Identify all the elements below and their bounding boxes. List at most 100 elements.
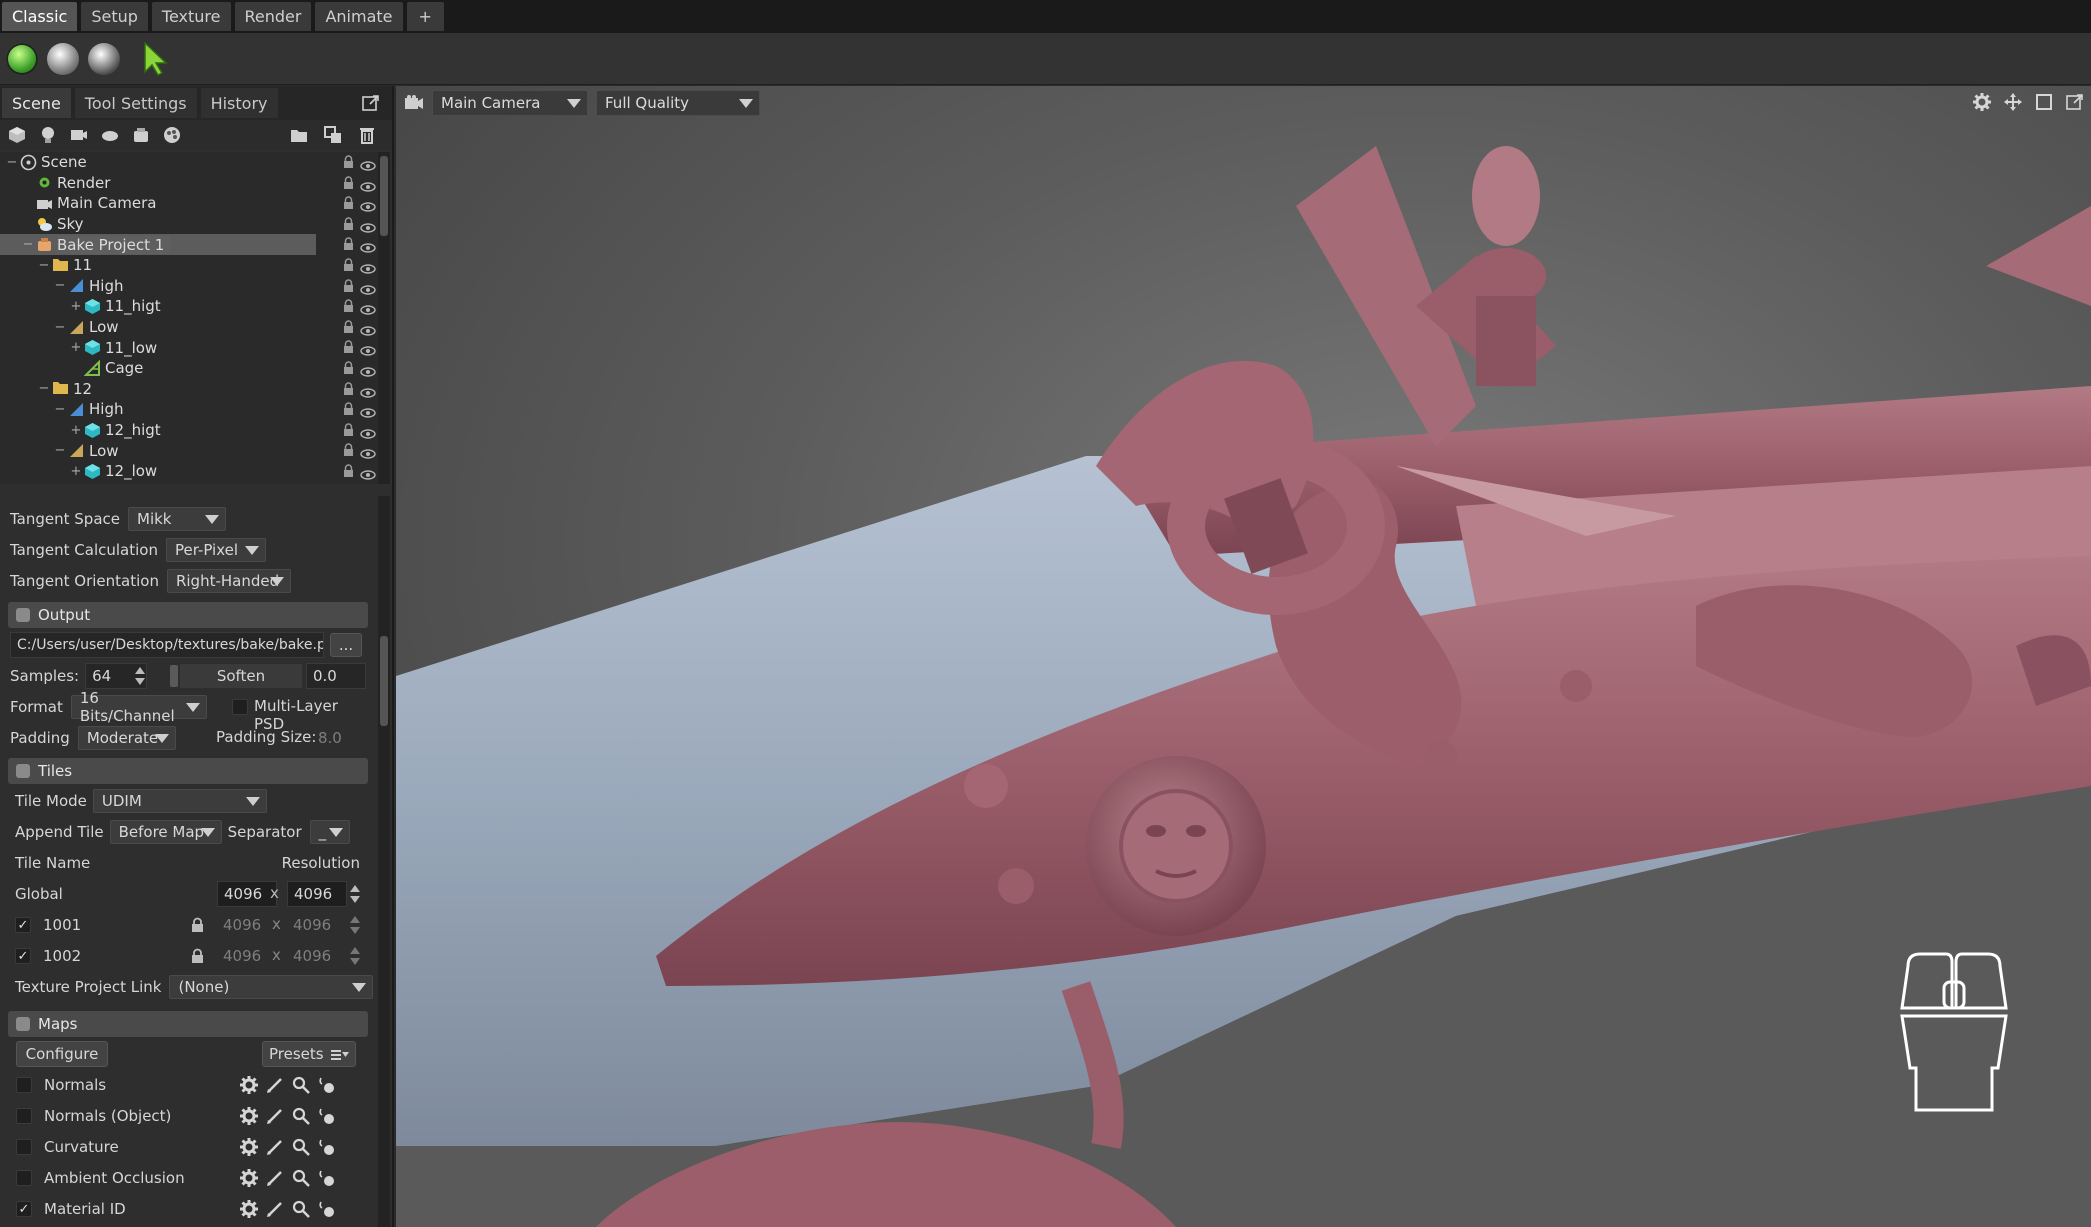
maximize-icon[interactable] — [2034, 92, 2054, 112]
search-icon[interactable] — [292, 1107, 310, 1125]
lock-icon[interactable] — [343, 381, 354, 396]
duplicate-icon[interactable] — [322, 124, 344, 146]
visibility-eye-icon[interactable] — [360, 342, 376, 357]
collapse-icon[interactable]: − — [54, 320, 66, 335]
popout-icon[interactable] — [2065, 92, 2085, 112]
add-camera-icon[interactable] — [68, 124, 90, 146]
scene-tree-row[interactable]: +11_low — [0, 337, 380, 358]
output-section-header[interactable]: Output — [8, 602, 368, 628]
lock-icon[interactable] — [343, 443, 354, 457]
map-enable-checkbox[interactable] — [16, 1077, 32, 1093]
visibility-eye-icon[interactable] — [360, 301, 376, 315]
material-ball-icon[interactable] — [318, 1076, 336, 1094]
lock-icon[interactable] — [343, 258, 354, 272]
scene-tree-row[interactable]: +12_higt — [0, 420, 380, 441]
visibility-eye-icon[interactable] — [360, 322, 376, 336]
edit-pencil-icon[interactable] — [266, 1200, 284, 1218]
global-width-field[interactable]: 4096 — [217, 881, 277, 907]
tab-classic[interactable]: Classic — [2, 2, 78, 31]
scene-tree-row[interactable]: − Low — [0, 317, 380, 338]
trash-icon[interactable] — [356, 124, 378, 146]
lock-icon[interactable] — [343, 340, 354, 354]
visibility-eye-icon[interactable] — [360, 445, 376, 460]
material-ball-icon[interactable] — [318, 1169, 336, 1187]
scene-tree-row[interactable]: − 12 — [0, 379, 380, 400]
camera-dropdown[interactable]: Main Camera — [432, 90, 588, 116]
collapse-icon[interactable]: − — [6, 155, 18, 170]
scene-tree-row[interactable]: Render — [0, 173, 380, 194]
maps-section-header[interactable]: Maps — [8, 1011, 368, 1037]
tile-checkbox[interactable]: ✓ — [15, 917, 31, 933]
gear-icon[interactable] — [1972, 92, 1992, 112]
tangent-calculation-dropdown[interactable]: Per-Pixel — [165, 538, 266, 562]
map-enable-checkbox[interactable] — [16, 1170, 32, 1186]
visibility-eye-icon[interactable] — [360, 466, 376, 480]
add-object-icon[interactable] — [6, 124, 28, 146]
visibility-eye-icon[interactable] — [360, 281, 376, 295]
edit-pencil-icon[interactable] — [266, 1138, 284, 1156]
visibility-eye-icon[interactable] — [360, 260, 376, 274]
global-resolution-stepper[interactable] — [349, 883, 361, 905]
visibility-eye-icon[interactable] — [360, 178, 376, 192]
padding-size-field[interactable]: 8.0 — [312, 725, 366, 751]
visibility-eye-icon[interactable] — [360, 363, 376, 377]
collapse-icon[interactable]: − — [38, 381, 50, 396]
search-icon[interactable] — [292, 1200, 310, 1218]
add-sky-icon[interactable] — [99, 124, 121, 146]
tab-setup[interactable]: Setup — [81, 2, 148, 31]
tile-resolution-stepper[interactable] — [349, 914, 361, 936]
format-dropdown[interactable]: 16 Bits/Channel — [70, 689, 207, 725]
soften-slider-handle[interactable] — [170, 665, 178, 687]
lock-icon[interactable] — [343, 155, 354, 169]
lock-icon[interactable] — [343, 196, 354, 210]
tile-checkbox[interactable]: ✓ — [15, 948, 31, 964]
lock-icon[interactable] — [343, 175, 354, 190]
tab-texture[interactable]: Texture — [151, 2, 231, 31]
tile-mode-dropdown[interactable]: UDIM — [92, 789, 267, 813]
material-ball-icon[interactable] — [318, 1200, 336, 1218]
expand-icon[interactable]: + — [70, 340, 82, 355]
expand-icon[interactable]: + — [70, 423, 82, 438]
scene-tree-row[interactable]: − High — [0, 399, 380, 420]
gear-icon[interactable] — [240, 1076, 258, 1094]
gear-icon[interactable] — [240, 1107, 258, 1125]
collapse-icon[interactable]: − — [22, 237, 34, 252]
scene-tree-row[interactable]: − Low — [0, 440, 380, 461]
soften-slider[interactable]: Soften — [180, 664, 302, 688]
tab-history[interactable]: History — [200, 88, 278, 118]
folder-icon[interactable] — [288, 124, 310, 146]
search-icon[interactable] — [292, 1169, 310, 1187]
lock-icon[interactable] — [343, 464, 354, 478]
scene-tree-row[interactable]: − Bake Project 1 — [0, 234, 380, 255]
lock-icon[interactable] — [343, 237, 354, 251]
browse-button[interactable]: ... — [330, 633, 362, 657]
scene-tree-scrollbar[interactable] — [378, 152, 390, 484]
gear-icon[interactable] — [240, 1169, 258, 1187]
edit-pencil-icon[interactable] — [266, 1169, 284, 1187]
visibility-eye-icon[interactable] — [360, 384, 376, 398]
lock-icon[interactable] — [343, 423, 354, 437]
multi-layer-psd-checkbox[interactable] — [232, 699, 248, 715]
tiles-section-header[interactable]: Tiles — [8, 758, 368, 784]
collapse-icon[interactable]: − — [54, 443, 66, 458]
lock-icon[interactable] — [343, 402, 354, 416]
tile-resolution-stepper[interactable] — [349, 945, 361, 967]
collapse-icon[interactable]: − — [38, 258, 50, 273]
add-tab-button[interactable]: + — [406, 2, 444, 31]
tangent-space-dropdown[interactable]: Mikk — [128, 507, 226, 531]
material-ball-icon[interactable] — [318, 1107, 336, 1125]
add-texture-project-icon[interactable] — [161, 124, 183, 146]
move-icon[interactable] — [2003, 92, 2023, 112]
scene-tree-row[interactable]: − 11 — [0, 255, 380, 276]
tab-tool-settings[interactable]: Tool Settings — [74, 88, 197, 118]
gear-icon[interactable] — [240, 1200, 258, 1218]
properties-scrollbar[interactable] — [378, 496, 390, 1227]
render-sphere-green-icon[interactable] — [6, 42, 38, 75]
collapse-icon[interactable]: − — [54, 278, 66, 293]
add-bake-icon[interactable] — [130, 124, 152, 146]
edit-pencil-icon[interactable] — [266, 1107, 284, 1125]
expand-icon[interactable]: + — [70, 464, 82, 479]
scene-tree-row[interactable]: Cage — [0, 358, 380, 379]
samples-stepper[interactable] — [134, 665, 146, 687]
tangent-orientation-dropdown[interactable]: Right-Handed — [166, 569, 291, 593]
